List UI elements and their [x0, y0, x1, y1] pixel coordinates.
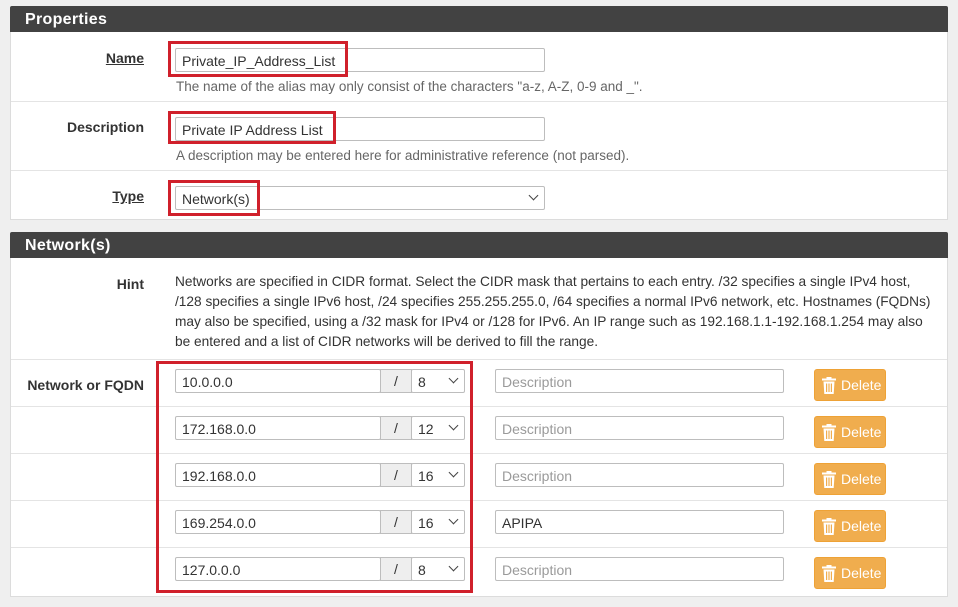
- cidr-slash: /: [380, 510, 412, 534]
- hint-text: Networks are specified in CIDR format. S…: [175, 274, 931, 349]
- network-row: 169.254.0.0 / 16 APIPA Delete: [11, 501, 947, 548]
- network-row: 172.168.0.0 / 12 Description Delete: [11, 407, 947, 454]
- network-row-label: Network or FQDN: [27, 377, 144, 393]
- type-select[interactable]: Network(s): [175, 186, 545, 210]
- properties-panel: Name Private_IP_Address_List The name of…: [10, 32, 948, 220]
- cidr-mask-select[interactable]: 16: [411, 463, 465, 487]
- type-label: Type: [112, 188, 144, 204]
- cidr-slash: /: [380, 369, 412, 393]
- delete-label: Delete: [841, 377, 882, 393]
- network-address-input[interactable]: 10.0.0.0: [175, 369, 381, 393]
- properties-title: Properties: [25, 11, 108, 28]
- chevron-down-icon: [448, 514, 459, 525]
- trash-icon: [822, 471, 836, 488]
- delete-button[interactable]: Delete: [814, 510, 886, 542]
- network-description-input[interactable]: Description: [495, 416, 784, 440]
- name-row: Name Private_IP_Address_List The name of…: [11, 32, 947, 102]
- networks-header: Network(s): [10, 232, 948, 258]
- trash-icon: [822, 424, 836, 441]
- cidr-mask-value: 12: [418, 421, 434, 437]
- hint-label: Hint: [116, 276, 144, 292]
- name-label: Name: [105, 50, 144, 66]
- cidr-slash: /: [380, 557, 412, 581]
- cidr-mask-select[interactable]: 8: [411, 557, 465, 581]
- cidr-mask-value: 8: [418, 374, 426, 390]
- network-description-input[interactable]: Description: [495, 557, 784, 581]
- description-input[interactable]: Private IP Address List: [175, 117, 545, 141]
- delete-label: Delete: [841, 518, 882, 534]
- description-help-text: A description may be entered here for ad…: [176, 148, 630, 163]
- cidr-mask-value: 16: [418, 468, 434, 484]
- delete-button[interactable]: Delete: [814, 416, 886, 448]
- description-label: Description: [66, 119, 144, 135]
- network-address-input[interactable]: 192.168.0.0: [175, 463, 381, 487]
- chevron-down-icon: [528, 190, 539, 201]
- cidr-mask-value: 16: [418, 515, 434, 531]
- delete-button[interactable]: Delete: [814, 369, 886, 401]
- delete-label: Delete: [841, 424, 882, 440]
- trash-icon: [822, 377, 836, 394]
- network-address-input[interactable]: 169.254.0.0: [175, 510, 381, 534]
- cidr-slash: /: [380, 463, 412, 487]
- description-row: Description Private IP Address List A de…: [11, 102, 947, 171]
- network-address-input[interactable]: 172.168.0.0: [175, 416, 381, 440]
- chevron-down-icon: [448, 420, 459, 431]
- delete-label: Delete: [841, 565, 882, 581]
- network-description-input[interactable]: APIPA: [495, 510, 784, 534]
- cidr-slash: /: [380, 416, 412, 440]
- networks-title: Network(s): [25, 237, 111, 254]
- name-input[interactable]: Private_IP_Address_List: [175, 48, 545, 72]
- network-description-input[interactable]: Description: [495, 369, 784, 393]
- hint-row: Hint Networks are specified in CIDR form…: [11, 258, 947, 360]
- network-row: Network or FQDN 10.0.0.0 / 8 Description…: [11, 360, 947, 407]
- network-row: 192.168.0.0 / 16 Description Delete: [11, 454, 947, 501]
- delete-label: Delete: [841, 471, 882, 487]
- network-description-input[interactable]: Description: [495, 463, 784, 487]
- type-selected-value: Network(s): [182, 191, 250, 207]
- delete-button[interactable]: Delete: [814, 463, 886, 495]
- cidr-mask-select[interactable]: 16: [411, 510, 465, 534]
- name-help-text: The name of the alias may only consist o…: [176, 79, 643, 94]
- properties-header: Properties: [10, 6, 948, 32]
- trash-icon: [822, 518, 836, 535]
- networks-panel: Hint Networks are specified in CIDR form…: [10, 258, 948, 597]
- network-address-input[interactable]: 127.0.0.0: [175, 557, 381, 581]
- cidr-mask-select[interactable]: 8: [411, 369, 465, 393]
- trash-icon: [822, 565, 836, 582]
- chevron-down-icon: [448, 561, 459, 572]
- network-row: 127.0.0.0 / 8 Description Delete: [11, 548, 947, 595]
- chevron-down-icon: [448, 467, 459, 478]
- cidr-mask-value: 8: [418, 562, 426, 578]
- chevron-down-icon: [448, 373, 459, 384]
- type-row: Type Network(s): [11, 171, 947, 220]
- delete-button[interactable]: Delete: [814, 557, 886, 589]
- cidr-mask-select[interactable]: 12: [411, 416, 465, 440]
